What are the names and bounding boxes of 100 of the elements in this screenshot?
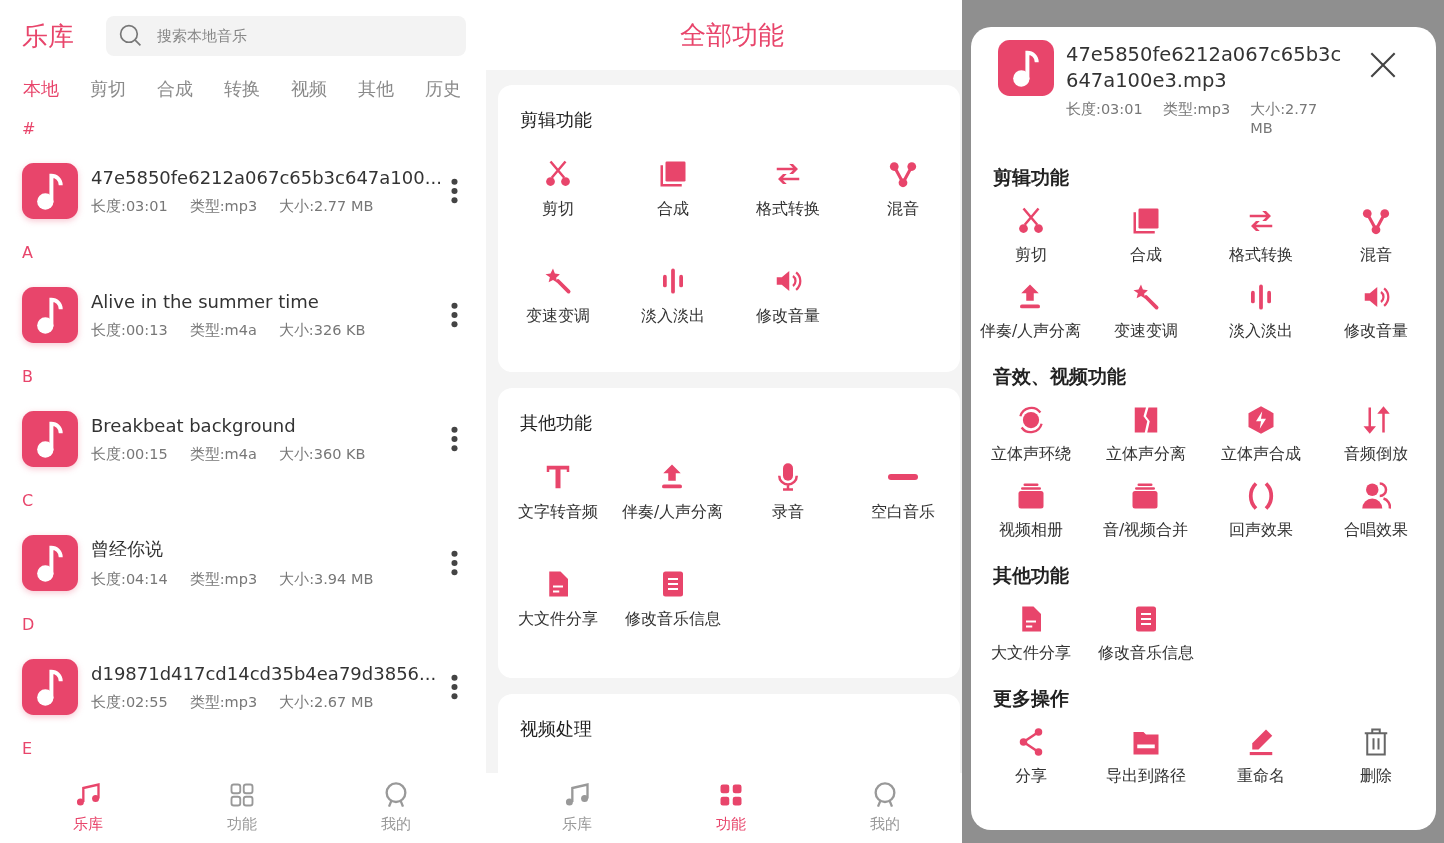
- music-note-icon: [22, 411, 78, 467]
- function-button[interactable]: 合唱效果: [1343, 481, 1408, 541]
- song-size: 大小:326 KB: [278, 320, 366, 340]
- card-heading: 剪辑功能: [519, 108, 593, 132]
- function-button[interactable]: 大文件分享: [990, 604, 1071, 664]
- function-button[interactable]: 立体声分离: [1105, 405, 1186, 465]
- function-button[interactable]: 视频相册: [998, 481, 1063, 541]
- stacked-folder-icon: [1015, 481, 1046, 511]
- function-button[interactable]: 合成: [1129, 206, 1162, 266]
- function-button[interactable]: 剪切: [1014, 206, 1047, 266]
- function-button[interactable]: 混音: [886, 159, 919, 220]
- function-button[interactable]: 立体声合成: [1220, 405, 1301, 465]
- section-heading: 剪辑功能: [992, 166, 1070, 190]
- function-button[interactable]: 合成: [656, 159, 689, 220]
- song-type: 类型:m4a: [189, 320, 257, 340]
- function-button[interactable]: 变速变调: [1113, 282, 1178, 342]
- function-button[interactable]: 空白音乐: [870, 462, 935, 523]
- music-note-icon: [998, 40, 1054, 96]
- nav-tab[interactable]: 乐库: [11, 773, 165, 843]
- function-button[interactable]: 重命名: [1236, 727, 1285, 787]
- more-vertical-icon: [450, 672, 458, 702]
- song-size: 大小:2.67 MB: [279, 692, 374, 712]
- section-letter: B: [21, 366, 34, 388]
- music-note-icon: [22, 287, 78, 343]
- song-type: 类型:m4a: [189, 444, 257, 464]
- minus-icon: [887, 474, 918, 480]
- section-heading: 其他功能: [992, 564, 1070, 588]
- function-button[interactable]: 格式转换: [755, 159, 820, 220]
- more-vertical-icon: [450, 424, 458, 454]
- section-letter: A: [21, 242, 34, 264]
- grid-icon: [228, 781, 256, 809]
- music-note-icon: [22, 535, 78, 591]
- tab[interactable]: 其他: [357, 77, 394, 101]
- tab[interactable]: 视频: [290, 77, 327, 101]
- tab[interactable]: 本地: [22, 77, 59, 101]
- file-duration: 长度:03:01: [1066, 100, 1143, 119]
- function-button[interactable]: 大文件分享: [517, 569, 598, 630]
- function-button[interactable]: 回声效果: [1228, 481, 1293, 541]
- song-type: 类型:mp3: [189, 570, 258, 589]
- function-button[interactable]: 修改音量: [1343, 282, 1408, 342]
- function-button[interactable]: 修改音乐信息: [1097, 604, 1194, 664]
- function-button[interactable]: 文字转音频: [517, 462, 598, 523]
- song-title[interactable]: Alive in the summer time: [91, 290, 319, 312]
- connected-nodes-icon: [887, 159, 918, 189]
- nav-tab[interactable]: 功能: [654, 773, 808, 843]
- function-button[interactable]: 变速变调: [525, 266, 590, 327]
- music-note-icon: [22, 163, 78, 219]
- music-note-icon: [22, 659, 78, 715]
- tab[interactable]: 合成: [156, 77, 193, 101]
- song-title[interactable]: 曾经你说: [91, 537, 163, 561]
- function-button[interactable]: 修改音乐信息: [624, 569, 721, 630]
- file-size: 大小:2.77 MB: [1250, 100, 1319, 138]
- tab[interactable]: 剪切: [89, 77, 126, 101]
- function-button[interactable]: 剪切: [541, 159, 574, 220]
- users-icon: [1360, 481, 1391, 511]
- function-button[interactable]: 音/视频合并: [1102, 481, 1189, 541]
- song-duration: 长度:00:15: [91, 444, 168, 464]
- more-vertical-icon: [450, 548, 458, 578]
- song-size: 大小:3.94 MB: [279, 570, 374, 589]
- function-button[interactable]: 混音: [1359, 206, 1392, 266]
- more-vertical-icon: [450, 176, 458, 206]
- search-field[interactable]: 搜索本地音乐: [106, 16, 466, 56]
- song-size: 大小:2.77 MB: [279, 196, 374, 216]
- close-icon: [1369, 51, 1397, 79]
- function-button[interactable]: 淡入淡出: [640, 266, 705, 327]
- section-letter: D: [21, 614, 36, 636]
- function-button[interactable]: 录音: [771, 462, 804, 523]
- section-heading: 更多操作: [992, 687, 1070, 711]
- card-heading: 视频处理: [519, 717, 593, 741]
- function-button[interactable]: 分享: [1014, 727, 1047, 787]
- section-letter: E: [21, 738, 34, 760]
- more-vertical-icon: [450, 300, 458, 330]
- function-button[interactable]: 淡入淡出: [1228, 282, 1293, 342]
- song-duration: 长度:00:13: [91, 320, 168, 340]
- screen-title: 全部功能: [679, 18, 784, 52]
- function-button[interactable]: 伴奏/人声分离: [621, 462, 724, 523]
- song-size: 大小:360 KB: [278, 444, 366, 464]
- stacked-folder-icon: [1130, 481, 1161, 511]
- connected-nodes-icon: [1360, 206, 1391, 236]
- file-type: 类型:mp3: [1162, 100, 1231, 119]
- song-duration: 长度:02:55: [91, 692, 168, 712]
- function-button[interactable]: 音频倒放: [1343, 405, 1408, 465]
- function-button[interactable]: 导出到路径: [1105, 727, 1186, 787]
- song-duration: 长度:03:01: [91, 196, 168, 216]
- song-title[interactable]: 47e5850fe6212a067c65b3c647a100...: [91, 166, 442, 188]
- section-letter: #: [21, 118, 37, 140]
- function-button[interactable]: 修改音量: [755, 266, 820, 327]
- song-type: 类型:mp3: [189, 196, 258, 216]
- tab[interactable]: 历史: [424, 77, 461, 101]
- app-title: 乐库: [22, 19, 75, 53]
- function-button[interactable]: 删除: [1359, 727, 1392, 787]
- song-title[interactable]: Breakbeat background: [91, 414, 296, 436]
- song-type: 类型:mp3: [189, 692, 258, 712]
- section-heading: 音效、视频功能: [992, 365, 1127, 389]
- function-button[interactable]: 伴奏/人声分离: [979, 282, 1082, 342]
- file-name: 47e5850fe6212a067c65b3c647a100e3.mp3: [1066, 42, 1343, 94]
- function-button[interactable]: 立体声环绕: [990, 405, 1071, 465]
- card-heading: 其他功能: [519, 411, 593, 435]
- song-title[interactable]: d19871d417cd14cd35b4ea79d3856...: [91, 662, 437, 684]
- function-button[interactable]: 格式转换: [1228, 206, 1293, 266]
